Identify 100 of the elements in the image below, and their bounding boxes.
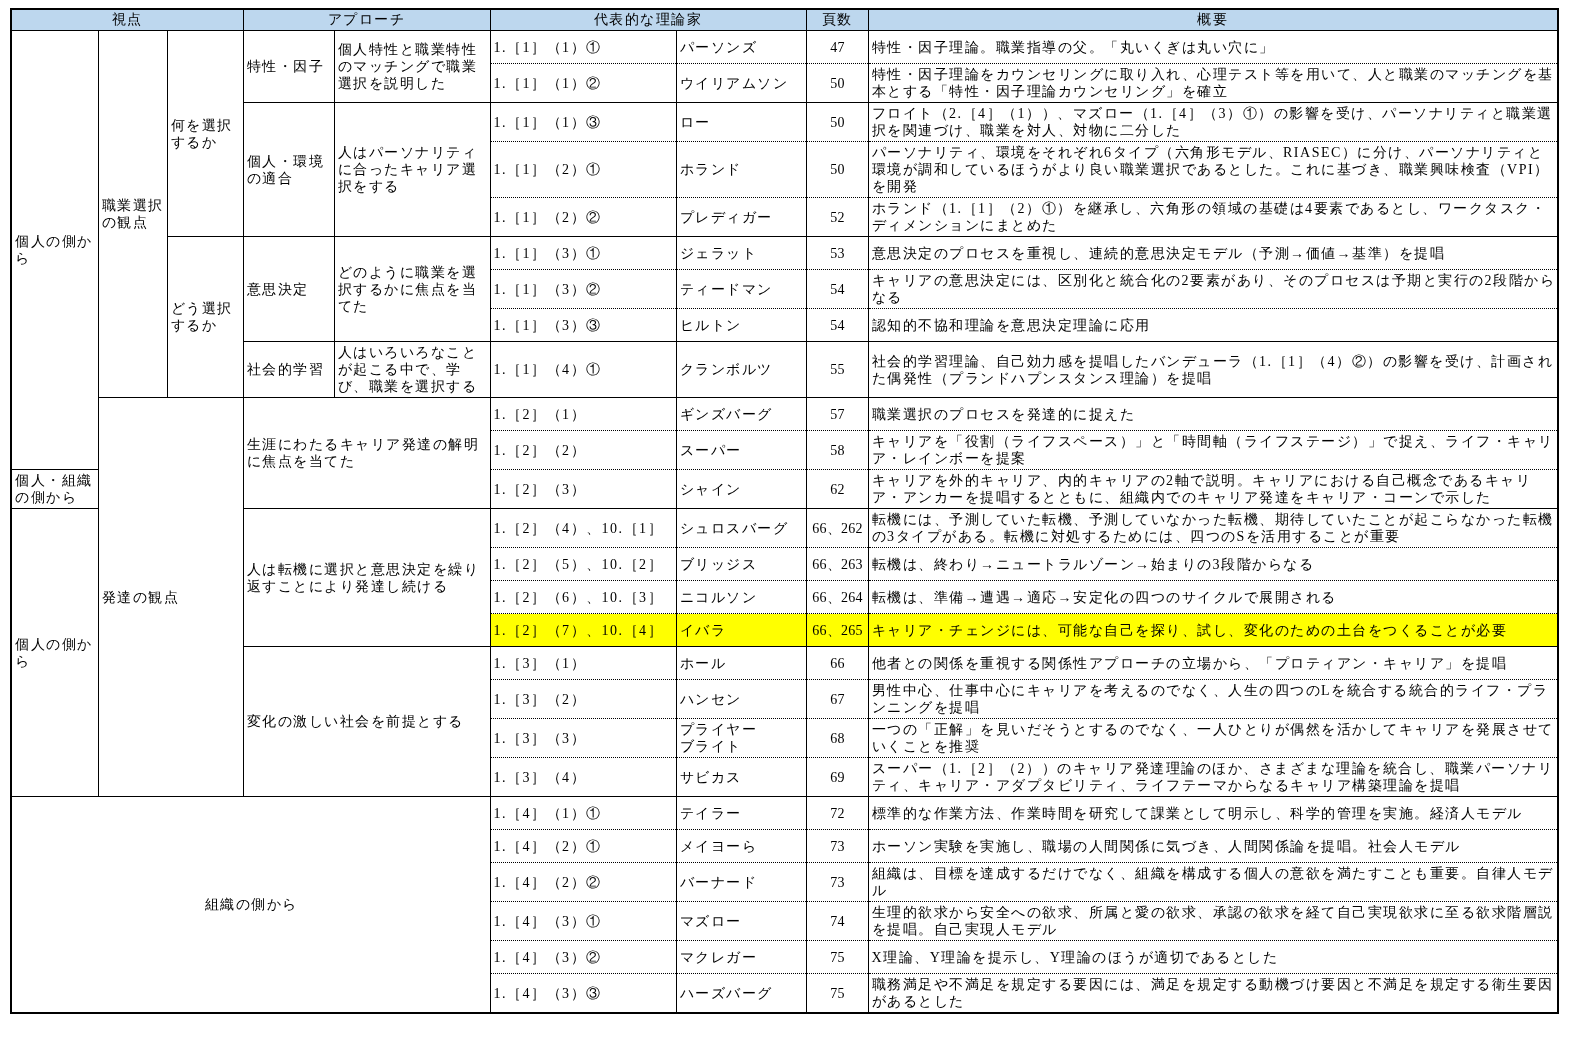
page-cell: 75 xyxy=(806,973,869,1013)
reference-cell: 1.［2］（7）、10.［4］ xyxy=(490,613,677,647)
summary-cell: ホランド（1.［1］（2）①）を継承し、六角形の領域の基礎は4要素であるとし、ワークタスク・ディメンションにまとめた xyxy=(868,197,1559,237)
theorist-name: シャイン xyxy=(679,480,743,498)
summary-cell: フロイト（2.［4］（1））、マズロー（1.［4］（3）①）の影響を受け、パーソナリティと職業選択を関連づけ、職業を対人、対物に二分した xyxy=(868,102,1559,142)
reference-cell: 1.［2］（3） xyxy=(490,469,677,509)
page-cell: 62 xyxy=(806,469,869,509)
theorist-name: ジェラット xyxy=(679,244,759,262)
column-header: アプローチ xyxy=(243,9,491,31)
perspective-cell: 組織の側から xyxy=(11,796,491,1013)
reference-cell: 1.［2］（6）、10.［3］ xyxy=(490,580,677,614)
viewpoint-cell: 発達の観点 xyxy=(98,397,244,797)
column-header: 概要 xyxy=(868,9,1559,31)
summary-cell: 意思決定のプロセスを重視し、連続的意思決定モデル（予測→価値→基準）を提唱 xyxy=(868,236,1559,270)
summary-cell: 男性中心、仕事中心にキャリアを考えるのでなく、人生の四つのLを統合する統合的ライフ・プランニングを提唱 xyxy=(868,679,1559,719)
summary-cell: 生理的欲求から安全への欲求、所属と愛の欲求、承認の欲求を経て自己実現欲求に至る欲求階層説を提唱。自己実現人モデル xyxy=(868,901,1559,941)
page-cell: 72 xyxy=(806,796,869,830)
theorist-name: ハンセン xyxy=(679,690,743,708)
theorist-name: イバラ xyxy=(679,621,728,639)
page-cell: 54 xyxy=(806,308,869,342)
viewpoint-cell: 職業選択の観点 xyxy=(98,30,167,398)
theorist-name: ヒルトン xyxy=(679,316,743,334)
perspective-cell: 個人・組織の側から xyxy=(11,469,98,509)
theorist-name: メイヨーら xyxy=(679,837,759,855)
approach-name-cell: 意思決定 xyxy=(243,236,335,342)
theorist-name: ブライト xyxy=(679,738,743,755)
summary-cell: キャリアを「役割（ライフスペース）」と「時間軸（ライフステージ）」で捉え、ライフ・キャリア・レインボーを提案 xyxy=(868,430,1559,470)
page-cell: 47 xyxy=(806,30,869,64)
theorist-name: シュロスバーグ xyxy=(679,519,790,537)
theorist-name: ニコルソン xyxy=(679,588,759,606)
page-cell: 53 xyxy=(806,236,869,270)
page-cell: 54 xyxy=(806,269,869,309)
summary-cell: キャリアを外的キャリア、内的キャリアの2軸で説明。キャリアにおける自己概念であるキャリア・アンカーを提唱するとともに、組織内でのキャリア発達をキャリア・コーンで示した xyxy=(868,469,1559,509)
page-cell: 66 xyxy=(806,646,869,680)
approach-description-cell: 生涯にわたるキャリア発達の解明に焦点を当てた xyxy=(243,397,491,509)
page-cell: 73 xyxy=(806,862,869,902)
theorist-name: サビカス xyxy=(679,768,743,786)
theorist-name: ブリッジス xyxy=(679,555,759,573)
page-cell: 75 xyxy=(806,940,869,974)
page-cell: 66、265 xyxy=(806,613,869,647)
column-header: 代表的な理論家 xyxy=(490,9,807,31)
page-cell: 66、263 xyxy=(806,547,869,581)
reference-cell: 1.［4］（2）① xyxy=(490,829,677,863)
column-header: 視点 xyxy=(11,9,244,31)
reference-cell: 1.［1］（2）② xyxy=(490,197,677,237)
theorist-name: ギンズバーグ xyxy=(679,405,774,423)
reference-cell: 1.［2］（1） xyxy=(490,397,677,431)
reference-cell: 1.［1］（4）① xyxy=(490,341,677,398)
summary-cell: 組織は、目標を達成するだけでなく、組織を構成する個人の意欲を満たすことも重要。自律人モデル xyxy=(868,862,1559,902)
reference-cell: 1.［1］（3）② xyxy=(490,269,677,309)
reference-cell: 1.［1］（2）① xyxy=(490,141,677,198)
summary-cell: キャリア・チェンジには、可能な自己を探り、試し、変化のための土台をつくることが必要 xyxy=(868,613,1559,647)
page-cell: 50 xyxy=(806,141,869,198)
approach-description-cell: どのように職業を選択するかに焦点を当てた xyxy=(334,236,491,342)
approach-description-cell: 人はパーソナリティに合ったキャリア選択をする xyxy=(334,102,491,237)
summary-cell: 一つの「正解」を見いだそうとするのでなく、一人ひとりが偶然を活かしてキャリアを発展させていくことを推奨 xyxy=(868,718,1559,758)
summary-cell: 転機には、予測していた転機、予測していなかった転機、期待していたことが起こらなかった転機の3タイプがある。転機に対処するためには、四つのSを活用することが重要 xyxy=(868,508,1559,548)
theorist-name: マズロー xyxy=(679,912,743,930)
page-cell: 50 xyxy=(806,63,869,103)
summary-cell: 他者との関係を重視する関係性アプローチの立場から、「プロティアン・キャリア」を提唱 xyxy=(868,646,1559,680)
approach-description-cell: 人は転機に選択と意思決定を繰り返すことにより発達し続ける xyxy=(243,508,491,647)
page-cell: 66、262 xyxy=(806,508,869,548)
theorist-name: バーナード xyxy=(679,873,759,891)
theorist-name: スーパー xyxy=(679,441,743,459)
page-cell: 57 xyxy=(806,397,869,431)
reference-cell: 1.［4］（1）① xyxy=(490,796,677,830)
theorist-name: パーソンズ xyxy=(679,38,759,56)
theorist-name: テイラー xyxy=(679,804,743,822)
column-header: 頁数 xyxy=(806,9,869,31)
page-cell: 73 xyxy=(806,829,869,863)
theorist-name: ハーズバーグ xyxy=(679,984,774,1002)
page-cell: 67 xyxy=(806,679,869,719)
page-cell: 52 xyxy=(806,197,869,237)
reference-cell: 1.［4］（3）② xyxy=(490,940,677,974)
reference-cell: 1.［2］（5）、10.［2］ xyxy=(490,547,677,581)
reference-cell: 1.［4］（3）③ xyxy=(490,973,677,1013)
approach-name-cell: 社会的学習 xyxy=(243,341,335,398)
perspective-cell: 個人の側から xyxy=(11,30,98,470)
theorist-name: ホランド xyxy=(679,161,743,178)
theorist-name: ティードマン xyxy=(679,280,774,298)
summary-cell: 転機は、準備→遭遇→適応→安定化の四つのサイクルで展開される xyxy=(868,580,1559,614)
summary-cell: スーパー（1.［2］（2））のキャリア発達理論のほか、さまざまな理論を統合し、職業パーソナリティ、キャリア・アダプタビリティ、ライフテーマからなるキャリア構築理論を提唱 xyxy=(868,757,1559,797)
page-cell: 68 xyxy=(806,718,869,758)
summary-cell: 特性・因子理論をカウンセリングに取り入れ、心理テスト等を用いて、人と職業のマッチングを基本とする「特性・因子理論カウンセリング」を確立 xyxy=(868,63,1559,103)
summary-cell: 職業選択のプロセスを発達的に捉えた xyxy=(868,397,1559,431)
theorist-name: プライヤー xyxy=(679,721,759,738)
reference-cell: 1.［3］（1） xyxy=(490,646,677,680)
summary-cell: 特性・因子理論。職業指導の父。「丸いくぎは丸い穴に」 xyxy=(868,30,1559,64)
page-cell: 66、264 xyxy=(806,580,869,614)
reference-cell: 1.［2］（2） xyxy=(490,430,677,470)
approach-name-cell: 特性・因子 xyxy=(243,30,335,103)
reference-cell: 1.［1］（1）② xyxy=(490,63,677,103)
page-cell: 74 xyxy=(806,901,869,941)
focus-cell: 何を選択するか xyxy=(167,30,244,237)
perspective-cell: 個人の側から xyxy=(11,508,98,797)
reference-cell: 1.［3］（2） xyxy=(490,679,677,719)
focus-cell: どう選択するか xyxy=(167,236,244,398)
summary-cell: 標準的な作業方法、作業時間を研究して課業として明示し、科学的管理を実施。経済人モデル xyxy=(868,796,1559,830)
approach-name-cell: 個人・環境の適合 xyxy=(243,102,335,237)
approach-description-cell: 個人特性と職業特性のマッチングで職業選択を説明した xyxy=(334,30,491,103)
